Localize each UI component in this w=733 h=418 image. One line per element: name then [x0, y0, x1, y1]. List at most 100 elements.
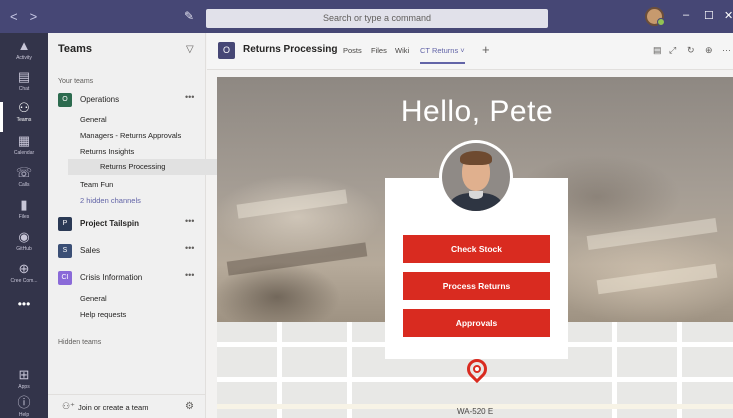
user-photo [442, 143, 510, 211]
history-nav[interactable]: <> [10, 9, 49, 24]
github-icon: ◉ [18, 229, 30, 244]
hidden-teams-label: Hidden teams [58, 339, 102, 346]
panel-footer: ⚇⁺ Join or create a team ⚙ [48, 394, 206, 418]
more-options-icon[interactable]: ··· [722, 45, 731, 55]
file-icon: ▮ [20, 197, 28, 212]
panel-title: Teams [58, 43, 93, 55]
profile-avatar[interactable] [645, 7, 665, 26]
team-sales[interactable]: S Sales ••• [58, 243, 198, 260]
team-logo-icon: P [58, 217, 72, 231]
app-label: Cree Com... [10, 278, 38, 284]
channel-general[interactable]: General [80, 115, 107, 124]
greeting-heading: Hello, Pete [400, 95, 554, 128]
title-bar: <> ✎ Search or type a command – ☐ ✕ [0, 0, 733, 33]
maximize-icon[interactable]: ☐ [704, 9, 714, 22]
globe-icon[interactable]: ⊕ [705, 45, 713, 56]
conversation-icon[interactable]: ▤ [653, 45, 662, 56]
process-returns-button[interactable]: Process Returns [403, 272, 550, 300]
teams-icon: ⚇ [18, 100, 30, 115]
team-operations[interactable]: O Operations ••• [58, 92, 198, 109]
team-logo-icon: CI [58, 271, 72, 285]
user-avatar [439, 140, 513, 214]
team-logo-icon: O [218, 42, 235, 59]
app-label: Calendar [13, 150, 35, 156]
tab-files[interactable]: Files [371, 46, 387, 55]
app-calls[interactable]: ☏ Calls [0, 165, 48, 201]
hidden-channels-link[interactable]: 2 hidden channels [80, 196, 141, 205]
channel-team-fun[interactable]: Team Fun [80, 180, 113, 189]
back-icon[interactable]: < [10, 9, 30, 24]
teams-list-panel: Teams ▽ Your teams O Operations ••• Gene… [48, 33, 242, 418]
your-teams-label: Your teams [58, 78, 94, 85]
app-label: Activity [16, 55, 32, 61]
team-logo-icon: S [58, 244, 72, 258]
check-stock-button[interactable]: Check Stock [403, 235, 550, 263]
channel-returns-insights[interactable]: Returns Insights [80, 147, 134, 156]
app-files[interactable]: ▮ Files [0, 197, 48, 233]
apps-icon: ⊞ [18, 367, 30, 382]
app-calendar[interactable]: ▦ Calendar [0, 133, 48, 169]
app-content: Hello, Pete Check Stock Process Returns … [217, 77, 733, 418]
approvals-button[interactable]: Approvals [403, 309, 550, 337]
globe-icon: ⊕ [18, 261, 30, 276]
more-options-icon[interactable]: ••• [185, 92, 194, 102]
add-tab-icon[interactable]: + [482, 42, 490, 57]
map-pin-dot [473, 365, 481, 373]
more-options-icon[interactable]: ••• [185, 243, 194, 253]
more-options-icon[interactable]: ••• [185, 270, 194, 280]
app-teams[interactable]: ⚇ Teams [0, 100, 48, 136]
minimize-icon[interactable]: – [683, 9, 689, 21]
chat-icon: ▤ [17, 69, 31, 84]
filter-icon[interactable]: ▽ [186, 44, 194, 55]
team-name: Operations [80, 95, 120, 104]
app-label: Chat [18, 86, 30, 92]
team-logo-icon: O [58, 93, 72, 107]
app-help[interactable]: ⓘ Help [0, 395, 48, 418]
refresh-icon[interactable]: ↻ [687, 45, 695, 56]
app-label: Help [18, 412, 30, 418]
photo-collar [469, 191, 483, 199]
join-create-team-button[interactable]: Join or create a team [78, 403, 148, 412]
team-name: Sales [80, 246, 101, 255]
app-label: Files [18, 214, 30, 220]
calendar-icon: ▦ [17, 133, 31, 148]
settings-icon[interactable]: ⚙ [185, 401, 194, 412]
channel-title: Returns Processing [243, 44, 338, 55]
tab-wiki[interactable]: Wiki [395, 46, 409, 55]
expand-icon[interactable]: ⤢ [669, 45, 676, 56]
app-github[interactable]: ◉ GitHub [0, 229, 48, 265]
help-icon: ⓘ [17, 395, 31, 410]
channel-managers-returns-approvals[interactable]: Managers - Returns Approvals [80, 131, 181, 140]
app-label: Apps [18, 384, 30, 390]
team-project-tailspin[interactable]: P Project Tailspin ••• [58, 216, 198, 233]
channel-general[interactable]: General [80, 294, 107, 303]
more-options-icon[interactable]: ••• [185, 216, 194, 226]
app-label: GitHub [16, 246, 32, 252]
box-shape [586, 218, 718, 250]
app-label: Calls [18, 182, 30, 188]
more-apps-icon[interactable]: ••• [0, 297, 48, 311]
forward-icon[interactable]: > [30, 9, 50, 24]
add-team-icon: ⚇⁺ [62, 401, 75, 411]
team-crisis-information[interactable]: CI Crisis Information ••• [58, 270, 198, 287]
app-cree-com[interactable]: ⊕ Cree Com... [0, 261, 48, 297]
tab-ct-returns[interactable]: CT Returns ˅ [420, 46, 465, 64]
team-name: Crisis Information [80, 273, 143, 282]
phone-icon: ☏ [15, 165, 33, 180]
compose-icon[interactable]: ✎ [184, 9, 194, 23]
app-bar: ▲ Activity ▤ Chat ⚇ Teams ▦ Calendar ☏ C… [0, 33, 48, 418]
photo-hair [460, 151, 492, 165]
bell-icon: ▲ [17, 38, 31, 53]
box-shape [236, 189, 348, 219]
app-label: Teams [16, 117, 32, 123]
box-shape [226, 242, 368, 276]
search-input[interactable]: Search or type a command [206, 9, 548, 28]
map-road-label: WA-520 E [457, 407, 494, 416]
channel-help-requests[interactable]: Help requests [80, 310, 126, 319]
channel-returns-processing[interactable]: Returns Processing [68, 159, 242, 175]
channel-header: O Returns Processing Posts Files Wiki CT… [207, 33, 733, 70]
box-shape [596, 263, 718, 295]
close-icon[interactable]: ✕ [724, 9, 733, 22]
tab-posts[interactable]: Posts [343, 46, 362, 55]
team-name: Project Tailspin [80, 219, 139, 228]
